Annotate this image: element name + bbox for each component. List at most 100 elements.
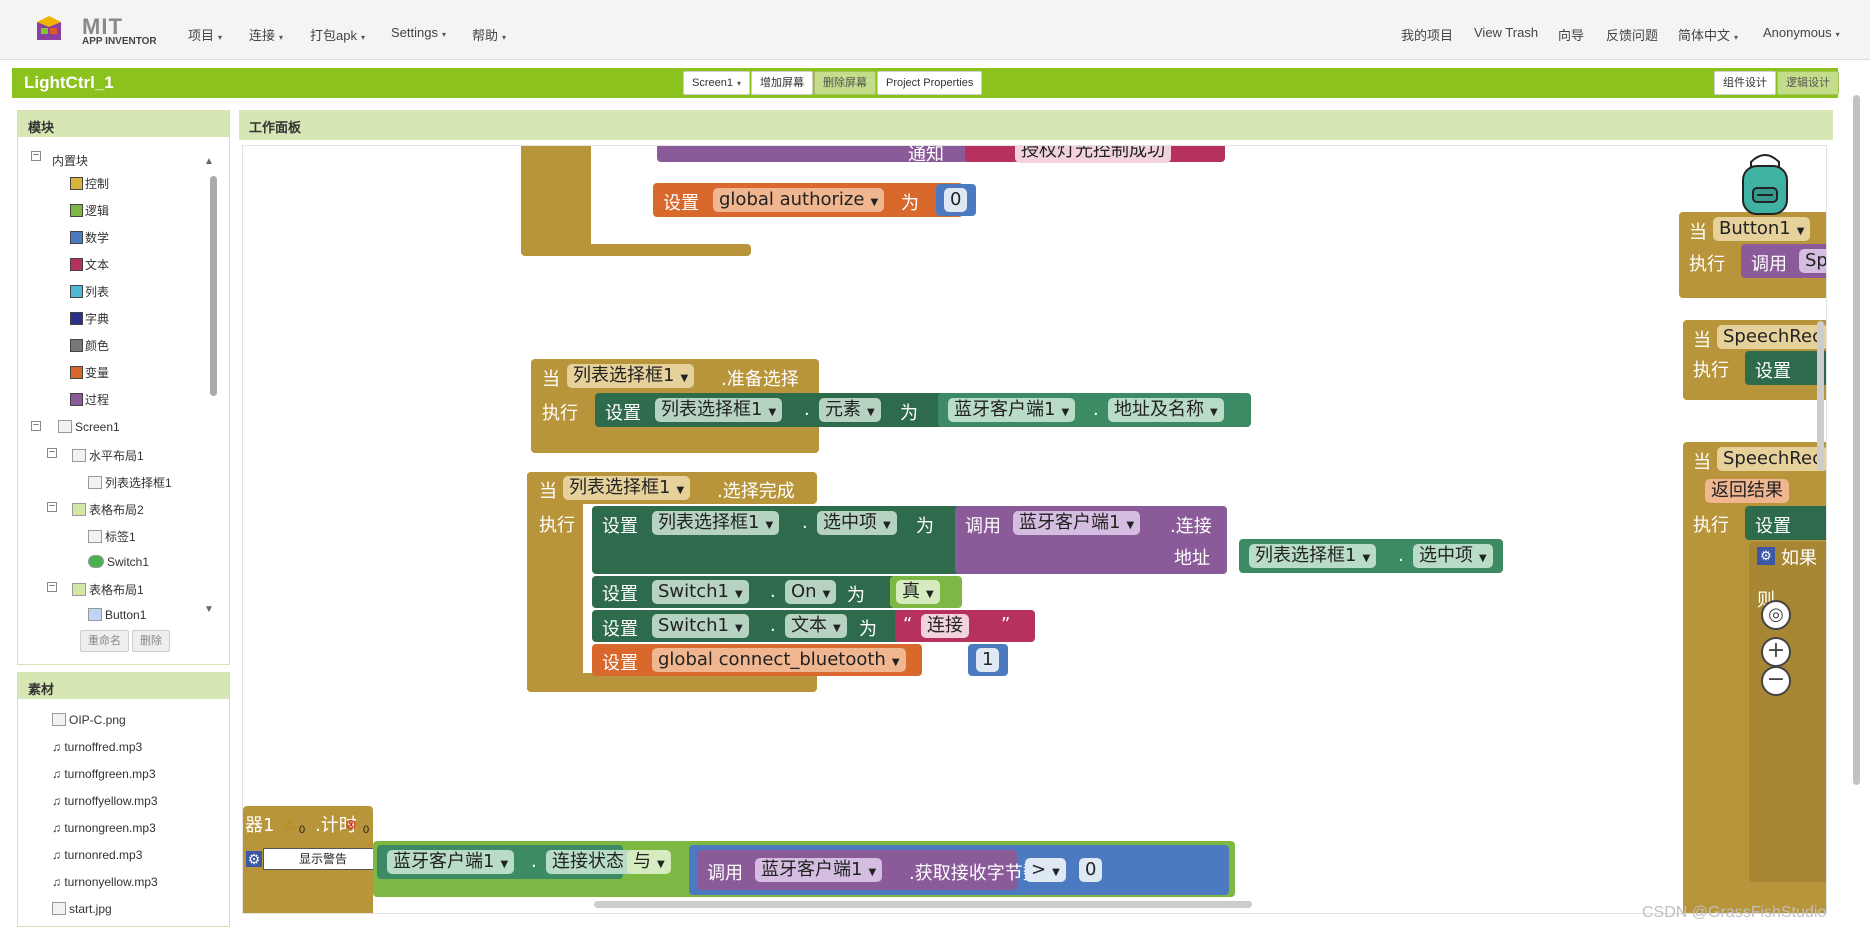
show-warnings-button[interactable]: 显示警告	[263, 848, 383, 870]
component-dropdown[interactable]: 列表选择框1 ▼	[563, 476, 691, 500]
component-dropdown[interactable]: 列表选择框1 ▼	[567, 364, 695, 388]
and-operator-dropdown[interactable]: 与 ▼	[627, 850, 671, 874]
zoom-in-icon[interactable]: +	[1761, 637, 1791, 667]
result-parameter[interactable]: 返回结果	[1705, 479, 1789, 503]
category-logic[interactable]: 逻辑	[70, 202, 109, 219]
media-file[interactable]: ♫ turnoffgreen.mp3	[52, 767, 156, 781]
operator-dropdown[interactable]: > ▼	[1025, 858, 1066, 882]
media-file[interactable]: start.jpg	[52, 902, 112, 916]
media-file[interactable]: ♫ turnongreen.mp3	[52, 821, 156, 835]
user-menu[interactable]: Anonymous ▾	[1763, 25, 1840, 40]
source-property-dropdown[interactable]: 地址及名称 ▼	[1108, 398, 1224, 422]
number-value[interactable]: 0	[1079, 858, 1103, 882]
collapse-icon[interactable]: −	[47, 447, 57, 458]
media-file[interactable]: ♫ turnoffyellow.mp3	[52, 794, 158, 808]
category-dictionaries[interactable]: 字典	[70, 310, 109, 327]
category-lists[interactable]: 列表	[70, 283, 109, 300]
link-report-issue[interactable]: 反馈问题	[1606, 25, 1658, 44]
page-scrollbar[interactable]	[1853, 95, 1860, 785]
property-dropdown[interactable]: 元素 ▼	[819, 398, 881, 422]
number-value[interactable]: 0	[944, 188, 968, 212]
media-file[interactable]: OIP-C.png	[52, 713, 126, 727]
delete-button[interactable]: 删除	[132, 630, 170, 652]
button-dropdown[interactable]: Button1 ▼	[1713, 217, 1811, 241]
mit-app-inventor-logo[interactable]: MIT APP INVENTOR	[34, 12, 164, 52]
scroll-up-icon[interactable]: ▲	[204, 156, 214, 167]
variable-dropdown[interactable]: global connect_bluetooth ▼	[652, 648, 906, 672]
component-horizontal-layout[interactable]: 水平布局1	[72, 447, 144, 464]
menu-settings[interactable]: Settings ▾	[391, 25, 446, 40]
media-file[interactable]: ♫ turnoffred.mp3	[52, 740, 142, 754]
component-list-picker[interactable]: 列表选择框1	[88, 474, 172, 491]
variable-dropdown[interactable]: global authorize ▼	[713, 188, 885, 212]
link-my-projects[interactable]: 我的项目	[1401, 25, 1453, 44]
category-procedures[interactable]: 过程	[70, 391, 109, 408]
component-table-layout1[interactable]: 表格布局1	[72, 581, 144, 598]
blocks-workspace[interactable]: 通知 授权灯光控制成功 否则 设置 global authorize ▼ 为 0 …	[242, 145, 1827, 914]
menu-help[interactable]: 帮助 ▾	[472, 25, 506, 44]
recenter-icon[interactable]: ◎	[1761, 600, 1791, 630]
menu-connect[interactable]: 连接 ▾	[249, 25, 283, 44]
category-variables[interactable]: 变量	[70, 364, 109, 381]
designer-button[interactable]: 组件设计	[1714, 71, 1776, 95]
error-icon[interactable]: ⊗	[345, 816, 357, 833]
component-switch1[interactable]: Switch1	[88, 555, 149, 569]
workspace-vscroll[interactable]	[1817, 321, 1824, 471]
link-view-trash[interactable]: View Trash	[1474, 25, 1538, 40]
source-component-dropdown[interactable]: 蓝牙客户端1 ▼	[948, 398, 1076, 422]
collapse-icon[interactable]: −	[31, 420, 41, 431]
target-component-dropdown[interactable]: 列表选择框1 ▼	[652, 511, 780, 535]
backpack-icon[interactable]	[1735, 152, 1795, 218]
speech-component-dropdown[interactable]: SpeechRec	[1717, 325, 1826, 349]
bt-component-dropdown[interactable]: 蓝牙客户端1 ▼	[387, 850, 515, 874]
target-component-dropdown[interactable]: 列表选择框1 ▼	[655, 398, 783, 422]
project-properties-button[interactable]: Project Properties	[877, 71, 983, 95]
property-dropdown[interactable]: 选中项 ▼	[817, 511, 897, 535]
gear-icon[interactable]: ⚙	[246, 851, 262, 867]
collapse-icon[interactable]: −	[47, 581, 57, 592]
speech-component-dropdown[interactable]: Sp	[1799, 249, 1826, 273]
menu-build[interactable]: 打包apk ▾	[310, 25, 365, 44]
address-property-dropdown[interactable]: 选中项 ▼	[1413, 544, 1493, 568]
add-screen-button[interactable]: 增加屏幕	[751, 71, 813, 95]
switch-component-dropdown[interactable]: Switch1 ▼	[652, 580, 749, 604]
zoom-out-icon[interactable]: −	[1761, 666, 1791, 696]
component-button1[interactable]: Button1	[88, 608, 146, 622]
language-select[interactable]: 简体中文 ▾	[1678, 25, 1738, 44]
collapse-icon[interactable]: −	[47, 501, 57, 512]
component-label1[interactable]: 标签1	[88, 528, 136, 545]
if-else-block[interactable]	[521, 146, 591, 254]
bt-component-dropdown[interactable]: 蓝牙客户端1 ▼	[755, 858, 883, 882]
number-value[interactable]: 1	[976, 648, 1000, 672]
category-control[interactable]: 控制	[70, 175, 109, 192]
category-colors[interactable]: 颜色	[70, 337, 109, 354]
builtin-blocks[interactable]: 内置块	[52, 152, 88, 169]
gear-icon[interactable]: ⚙	[1757, 547, 1775, 565]
component-screen1[interactable]: Screen1	[58, 420, 120, 434]
on-property-dropdown[interactable]: On ▼	[785, 580, 837, 604]
collapse-icon[interactable]: −	[31, 150, 41, 161]
text-value[interactable]: 连接	[921, 614, 969, 638]
warning-icon[interactable]: ⚠	[283, 816, 296, 833]
event-block-list-picker-after[interactable]	[527, 472, 583, 692]
blocks-button[interactable]: 逻辑设计	[1777, 71, 1839, 95]
speech-component-dropdown[interactable]: SpeechRec	[1717, 447, 1826, 471]
category-text[interactable]: 文本	[70, 256, 109, 273]
scroll-down-icon[interactable]: ▼	[204, 604, 214, 615]
blocks-scrollbar[interactable]	[210, 176, 217, 396]
address-component-dropdown[interactable]: 列表选择框1 ▼	[1249, 544, 1377, 568]
text-property-dropdown[interactable]: 文本 ▼	[785, 614, 847, 638]
switch-component-dropdown[interactable]: Switch1 ▼	[652, 614, 749, 638]
screen-select[interactable]: Screen1 ▾	[683, 71, 750, 95]
rename-button[interactable]: 重命名	[80, 630, 129, 652]
component-table-layout2[interactable]: 表格布局2	[72, 501, 144, 518]
remove-screen-button[interactable]: 删除屏幕	[814, 71, 876, 95]
boolean-dropdown[interactable]: 真 ▼	[896, 580, 940, 604]
bt-component-dropdown[interactable]: 蓝牙客户端1 ▼	[1013, 511, 1141, 535]
category-math[interactable]: 数学	[70, 229, 109, 246]
media-file[interactable]: ♫ turnonyellow.mp3	[52, 875, 158, 889]
menu-project[interactable]: 项目 ▾	[188, 25, 222, 44]
link-guide[interactable]: 向导	[1558, 25, 1584, 44]
media-file[interactable]: ♫ turnonred.mp3	[52, 848, 142, 862]
workspace-hscroll[interactable]	[594, 901, 1252, 908]
